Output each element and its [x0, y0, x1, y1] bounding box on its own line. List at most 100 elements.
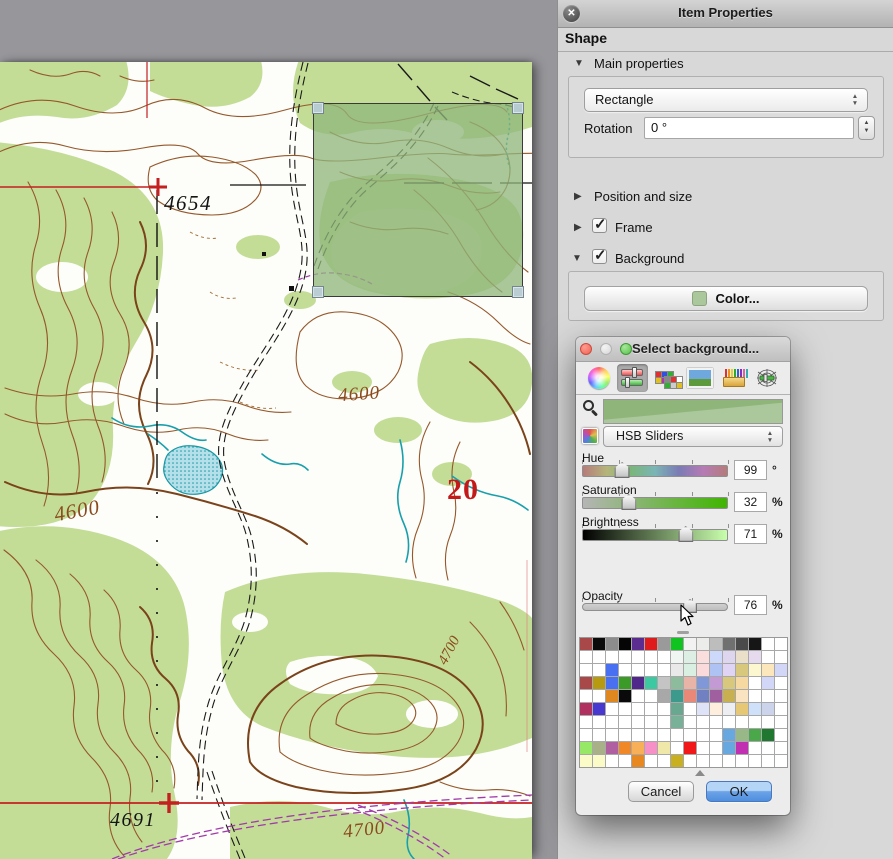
- swatch-cell[interactable]: [684, 742, 696, 754]
- swatch-cell[interactable]: [749, 638, 761, 650]
- swatch-cell[interactable]: [684, 729, 696, 741]
- swatch-cell[interactable]: [645, 703, 657, 715]
- swatch-cell[interactable]: [619, 651, 631, 663]
- swatch-cell[interactable]: [710, 716, 722, 728]
- swatch-cell[interactable]: [619, 703, 631, 715]
- background-checkbox[interactable]: ✓: [592, 249, 607, 264]
- swatch-cell[interactable]: [580, 716, 592, 728]
- swatch-cell[interactable]: [736, 703, 748, 715]
- swatch-cell[interactable]: [775, 703, 787, 715]
- ok-button[interactable]: OK: [706, 781, 772, 802]
- opacity-slider-thumb[interactable]: [683, 599, 697, 613]
- swatch-cell[interactable]: [697, 716, 709, 728]
- swatch-cell[interactable]: [658, 677, 670, 689]
- swatch-cell[interactable]: [736, 638, 748, 650]
- swatch-cell[interactable]: [593, 690, 605, 702]
- swatch-cell[interactable]: [606, 703, 618, 715]
- swatch-cell[interactable]: [723, 742, 735, 754]
- swatch-cell[interactable]: [697, 651, 709, 663]
- swatch-cell[interactable]: [749, 716, 761, 728]
- swatch-cell[interactable]: [697, 703, 709, 715]
- swatch-cell[interactable]: [580, 703, 592, 715]
- swatch-cell[interactable]: [619, 742, 631, 754]
- swatch-cell[interactable]: [580, 729, 592, 741]
- swatch-cell[interactable]: [736, 742, 748, 754]
- swatch-cell[interactable]: [619, 690, 631, 702]
- brightness-value-input[interactable]: 71: [734, 524, 767, 544]
- swatch-cell[interactable]: [710, 677, 722, 689]
- swatch-cell[interactable]: [658, 742, 670, 754]
- opacity-value-input[interactable]: 76: [734, 595, 767, 615]
- swatch-cell[interactable]: [749, 677, 761, 689]
- swatch-cell[interactable]: [658, 703, 670, 715]
- frame-checkbox[interactable]: ✓: [592, 218, 607, 233]
- swatch-drawer-handle[interactable]: [677, 631, 689, 634]
- swatch-cell[interactable]: [684, 716, 696, 728]
- swatch-cell[interactable]: [723, 664, 735, 676]
- swatch-cell[interactable]: [619, 755, 631, 767]
- hue-slider[interactable]: [582, 465, 728, 477]
- swatch-cell[interactable]: [632, 638, 644, 650]
- swatch-cell[interactable]: [736, 651, 748, 663]
- swatch-cell[interactable]: [619, 716, 631, 728]
- swatch-cell[interactable]: [606, 742, 618, 754]
- swatch-cell[interactable]: [645, 638, 657, 650]
- swatch-cell[interactable]: [658, 729, 670, 741]
- swatch-cell[interactable]: [658, 651, 670, 663]
- swatch-cell[interactable]: [775, 651, 787, 663]
- swatch-cell[interactable]: [593, 703, 605, 715]
- swatch-cell[interactable]: [580, 664, 592, 676]
- swatch-cell[interactable]: [593, 664, 605, 676]
- swatch-cell[interactable]: [671, 690, 683, 702]
- swatch-cell[interactable]: [762, 729, 774, 741]
- rotation-spinner[interactable]: ▲ ▼: [858, 116, 875, 140]
- swatch-cell[interactable]: [697, 729, 709, 741]
- swatch-cell[interactable]: [593, 729, 605, 741]
- swatch-cell[interactable]: [775, 677, 787, 689]
- swatch-cell[interactable]: [645, 677, 657, 689]
- swatch-cell[interactable]: [736, 664, 748, 676]
- swatch-cell[interactable]: [658, 638, 670, 650]
- swatch-cell[interactable]: [658, 755, 670, 767]
- swatch-cell[interactable]: [749, 742, 761, 754]
- swatch-cell[interactable]: [632, 716, 644, 728]
- swatch-cell[interactable]: [749, 664, 761, 676]
- swatch-cell[interactable]: [762, 677, 774, 689]
- selection-handle-bottom-left[interactable]: [312, 286, 324, 298]
- swatch-cell[interactable]: [697, 690, 709, 702]
- swatch-cell[interactable]: [684, 677, 696, 689]
- cancel-button[interactable]: Cancel: [628, 781, 694, 802]
- swatch-cell[interactable]: [697, 664, 709, 676]
- dialog-titlebar[interactable]: Select background...: [576, 337, 790, 362]
- swatch-cell[interactable]: [684, 651, 696, 663]
- tab-web-picker[interactable]: [752, 364, 783, 392]
- swatch-cell[interactable]: [736, 755, 748, 767]
- swatch-cell[interactable]: [580, 742, 592, 754]
- swatch-cell[interactable]: [593, 755, 605, 767]
- swatch-cell[interactable]: [671, 677, 683, 689]
- swatch-cell[interactable]: [749, 651, 761, 663]
- swatch-cell[interactable]: [619, 664, 631, 676]
- swatch-cell[interactable]: [775, 638, 787, 650]
- swatch-cell[interactable]: [762, 690, 774, 702]
- swatch-cell[interactable]: [762, 755, 774, 767]
- swatch-cell[interactable]: [671, 729, 683, 741]
- swatch-cell[interactable]: [775, 716, 787, 728]
- background-color-button[interactable]: Color...: [584, 286, 868, 311]
- chevron-right-icon[interactable]: ▶: [574, 222, 586, 233]
- swatch-cell[interactable]: [723, 638, 735, 650]
- swatch-cell[interactable]: [710, 664, 722, 676]
- selection-handle-bottom-right[interactable]: [512, 286, 524, 298]
- swatch-cell[interactable]: [593, 716, 605, 728]
- swatch-cell[interactable]: [606, 638, 618, 650]
- swatch-cell[interactable]: [606, 677, 618, 689]
- rectangle-shape-item[interactable]: [313, 103, 523, 297]
- swatch-cell[interactable]: [710, 690, 722, 702]
- swatch-cell[interactable]: [736, 716, 748, 728]
- swatch-cell[interactable]: [762, 664, 774, 676]
- swatch-cell[interactable]: [632, 677, 644, 689]
- swatch-cell[interactable]: [736, 677, 748, 689]
- swatch-cell[interactable]: [710, 651, 722, 663]
- swatch-cell[interactable]: [723, 755, 735, 767]
- swatch-cell[interactable]: [606, 651, 618, 663]
